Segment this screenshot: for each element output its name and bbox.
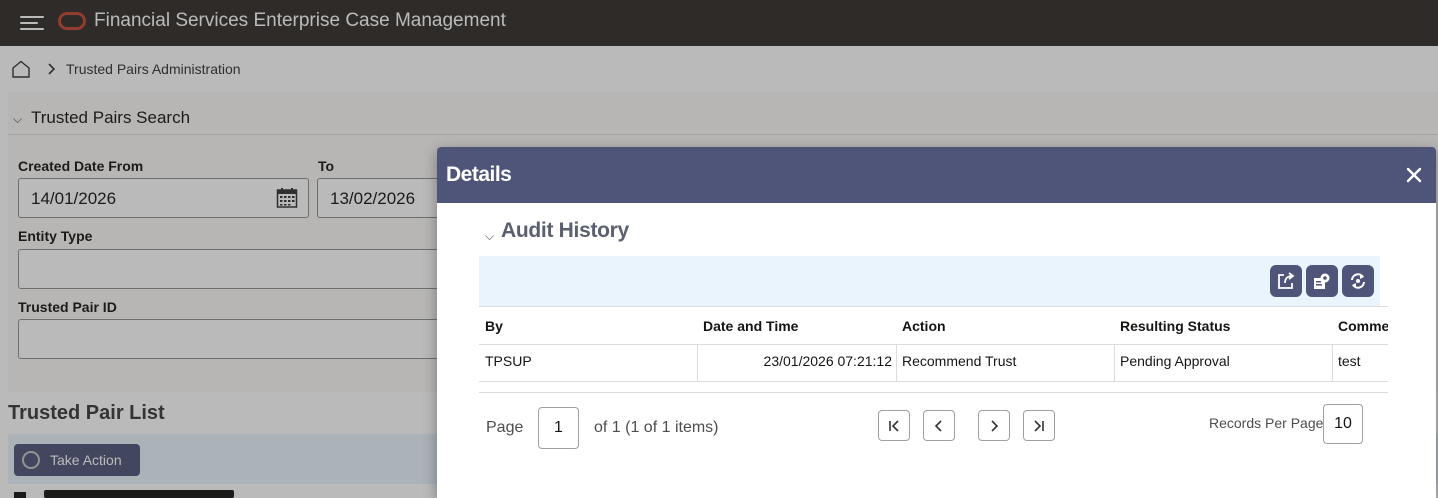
records-per-page-value: 10	[1334, 415, 1352, 432]
column-header-action[interactable]: Action	[902, 318, 946, 334]
page-count-text: of 1 (1 of 1 items)	[594, 419, 719, 436]
first-page-button[interactable]	[878, 410, 910, 441]
dialog-header	[437, 147, 1436, 203]
settings-button[interactable]	[1306, 265, 1338, 297]
next-page-button[interactable]	[978, 410, 1010, 441]
last-page-button[interactable]	[1023, 410, 1055, 441]
page-number-input[interactable]: 1	[538, 407, 579, 449]
chevron-left-icon	[934, 419, 942, 432]
chevron-right-icon	[991, 419, 999, 432]
cell-divider	[1332, 345, 1333, 382]
table-row[interactable]: TPSUP 23/01/2026 07:21:12 Recommend Trus…	[479, 345, 1388, 382]
cell-by: TPSUP	[485, 353, 532, 369]
cell-divider	[896, 345, 897, 382]
cell-status: Pending Approval	[1120, 353, 1230, 369]
first-page-icon	[889, 419, 899, 432]
refresh-icon	[1351, 273, 1365, 289]
export-button[interactable]	[1270, 265, 1302, 297]
column-header-date-time[interactable]: Date and Time	[703, 318, 798, 334]
close-icon[interactable]	[1404, 165, 1424, 185]
grid-toolbar	[479, 256, 1380, 306]
details-dialog: Details ⌵ Audit History By Date and Time…	[437, 147, 1436, 498]
records-per-page-input[interactable]: 10	[1323, 404, 1363, 444]
export-icon	[1278, 272, 1295, 289]
grid-header-row: By Date and Time Action Resulting Status…	[479, 307, 1388, 345]
dialog-title: Details	[446, 163, 512, 186]
column-header-resulting-status[interactable]: Resulting Status	[1120, 318, 1230, 334]
page-number-value: 1	[554, 419, 563, 436]
previous-page-button[interactable]	[923, 410, 955, 441]
column-header-by[interactable]: By	[485, 318, 503, 334]
settings-icon	[1314, 273, 1330, 289]
refresh-button[interactable]	[1342, 265, 1374, 297]
records-per-page-label: Records Per Page	[1209, 415, 1324, 431]
column-header-comments[interactable]: Comme	[1338, 318, 1388, 334]
last-page-icon	[1034, 419, 1044, 432]
audit-history-title: Audit History	[501, 219, 629, 242]
collapse-chevron-icon[interactable]: ⌵	[485, 229, 494, 244]
page-label: Page	[486, 419, 524, 436]
cell-date-time: 23/01/2026 07:21:12	[763, 353, 892, 369]
cell-divider	[1114, 345, 1115, 382]
cell-comments: test	[1338, 353, 1361, 369]
cell-action: Recommend Trust	[902, 353, 1017, 369]
audit-history-grid: By Date and Time Action Resulting Status…	[479, 306, 1388, 393]
